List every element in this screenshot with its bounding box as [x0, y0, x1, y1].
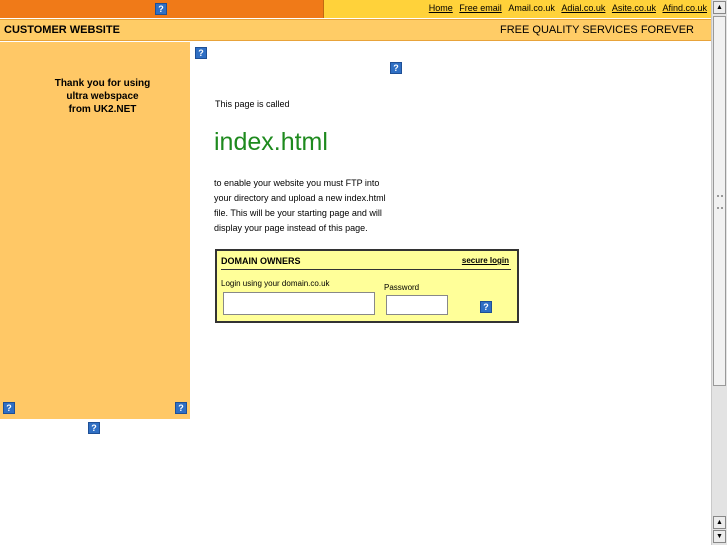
domain-owners-title: DOMAIN OWNERS [221, 256, 301, 266]
broken-image-icon: ? [88, 422, 100, 434]
broken-image-icon: ? [390, 62, 402, 74]
header-bar: CUSTOMER WEBSITE FREE QUALITY SERVICES F… [0, 19, 711, 41]
instructions-line: your directory and upload a new index.ht… [214, 193, 386, 203]
sidebar-message-line: Thank you for using [54, 78, 151, 89]
asite-link[interactable]: Asite.co.uk [612, 3, 656, 13]
secure-login-link[interactable]: secure login [462, 256, 509, 265]
afind-link[interactable]: Afind.co.uk [662, 3, 707, 13]
domain-login-input[interactable] [223, 292, 375, 315]
adial-link[interactable]: Adial.co.uk [561, 3, 605, 13]
page-filename: index.html [214, 128, 328, 156]
vertical-scrollbar[interactable]: ▲ ▲ ▼ [711, 0, 727, 545]
scroll-up-arrow-icon[interactable]: ▲ [713, 516, 726, 529]
home-link[interactable]: Home [429, 3, 453, 13]
broken-image-icon: ? [155, 3, 167, 15]
domain-login-box: DOMAIN OWNERS secure login Login using y… [215, 249, 519, 323]
password-input[interactable] [386, 295, 448, 315]
sidebar-message: Thank you for using ultra webspace from … [40, 77, 165, 116]
page-called-text: This page is called [215, 99, 290, 109]
scroll-up-arrow-icon[interactable]: ▲ [713, 1, 726, 14]
broken-image-icon: ? [3, 402, 15, 414]
instructions-line: to enable your website you must FTP into [214, 178, 380, 188]
scrollbar-thumb[interactable] [713, 16, 726, 386]
instructions-line: display your page instead of this page. [214, 223, 368, 233]
sidebar-message-line: ultra webspace [66, 91, 139, 102]
sidebar: Thank you for using ultra webspace from … [0, 42, 190, 419]
broken-image-icon: ? [175, 402, 187, 414]
instructions-line: file. This will be your starting page an… [214, 208, 382, 218]
amail-text: Amail.co.uk [508, 3, 555, 13]
free-email-link[interactable]: Free email [459, 3, 502, 13]
site-title: CUSTOMER WEBSITE [4, 24, 120, 36]
broken-image-icon: ? [195, 47, 207, 59]
scroll-down-arrow-icon[interactable]: ▼ [713, 530, 726, 543]
divider [221, 269, 511, 270]
login-submit-icon[interactable]: ? [480, 301, 492, 313]
tagline: FREE QUALITY SERVICES FOREVER [500, 24, 694, 36]
top-links-bar: Home Free email Amail.co.uk Adial.co.uk … [323, 0, 711, 18]
instructions-paragraph: to enable your website you must FTP into… [214, 176, 414, 236]
sidebar-message-line: from UK2.NET [68, 104, 137, 115]
scrollbar-grip [717, 195, 723, 209]
password-label: Password [384, 283, 420, 292]
login-label: Login using your domain.co.uk [221, 279, 330, 288]
